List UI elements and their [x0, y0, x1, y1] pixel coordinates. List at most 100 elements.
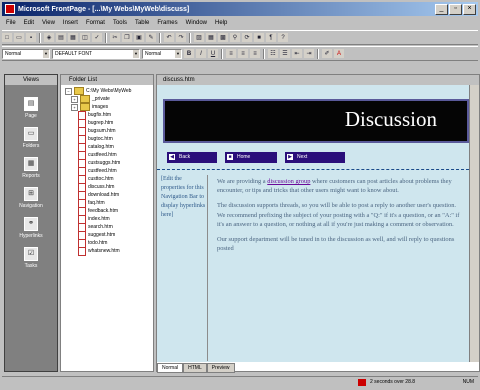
page-canvas[interactable]: Discussion ◀ Back ■ Home ▶ Next [Edit th…	[157, 85, 469, 362]
chevron-down-icon[interactable]: ▼	[175, 49, 181, 58]
chevron-down-icon[interactable]: ▼	[133, 49, 139, 58]
view-folders-label: Folders	[22, 143, 40, 149]
tree-file[interactable]: custfeed.htm	[61, 150, 153, 160]
tree-folder[interactable]: + images	[61, 103, 153, 111]
navigation-bar-placeholder[interactable]: [Edit the properties for this Navigation…	[161, 175, 208, 361]
view-folders[interactable]: ▭ Folders	[5, 127, 57, 149]
font-select[interactable]: DEFAULT FONT ▼	[52, 48, 140, 59]
tab-normal[interactable]: Normal	[157, 363, 184, 373]
menu-tools[interactable]: Tools	[109, 20, 131, 26]
menu-file[interactable]: File	[2, 20, 20, 26]
view-page[interactable]: ▤ Page	[5, 97, 57, 119]
bold-icon[interactable]: B	[184, 49, 194, 58]
tree-file[interactable]: bugtoc.htm	[61, 134, 153, 144]
insert-component-icon[interactable]: ▨	[194, 33, 204, 42]
preview-icon[interactable]: ◫	[80, 33, 90, 42]
insert-table-icon[interactable]: ▦	[206, 33, 216, 42]
copy-icon[interactable]: ❐	[122, 33, 132, 42]
menu-insert[interactable]: Insert	[59, 20, 82, 26]
tree-file[interactable]: whatsnew.htm	[61, 246, 153, 256]
folder-list-icon[interactable]: ▤	[56, 33, 66, 42]
tree-file[interactable]: todo.htm	[61, 238, 153, 248]
insert-picture-icon[interactable]: ▩	[218, 33, 228, 42]
tree-file[interactable]: bugsum.htm	[61, 126, 153, 136]
menu-frames[interactable]: Frames	[153, 20, 181, 26]
align-right-icon[interactable]: ≡	[250, 49, 260, 58]
align-center-icon[interactable]: ≡	[238, 49, 248, 58]
discussion-group-link[interactable]: discussion group	[267, 178, 310, 185]
decrease-indent-icon[interactable]: ⇤	[292, 49, 302, 58]
page-banner[interactable]: Discussion	[163, 99, 469, 143]
tree-file[interactable]: catalog.htm	[61, 142, 153, 152]
align-left-icon[interactable]: ≡	[226, 49, 236, 58]
tree-file[interactable]: bugrep.htm	[61, 118, 153, 128]
show-all-icon[interactable]: ¶	[266, 33, 276, 42]
save-icon[interactable]: ▪	[26, 33, 36, 42]
menu-view[interactable]: View	[38, 20, 59, 26]
tree-folder[interactable]: + _private	[61, 95, 153, 103]
page-body-text[interactable]: We are providing a discussion group wher…	[217, 177, 463, 259]
expand-icon[interactable]: +	[71, 103, 78, 111]
collapse-icon[interactable]: −	[65, 87, 72, 95]
italic-icon[interactable]: I	[196, 49, 206, 58]
nav-home-button[interactable]: ■ Home	[225, 152, 277, 163]
redo-icon[interactable]: ↷	[176, 33, 186, 42]
font-color-icon[interactable]: A	[334, 49, 344, 58]
menu-format[interactable]: Format	[82, 20, 109, 26]
tree-file[interactable]: faq.htm	[61, 198, 153, 208]
print-icon[interactable]: ▦	[68, 33, 78, 42]
cut-icon[interactable]: ✂	[110, 33, 120, 42]
undo-icon[interactable]: ↶	[164, 33, 174, 42]
tree-file[interactable]: discuss.htm	[61, 182, 153, 192]
nav-back-button[interactable]: ◀ Back	[167, 152, 217, 163]
tree-file[interactable]: bugfix.htm	[61, 110, 153, 120]
tree-file[interactable]: index.htm	[61, 214, 153, 224]
open-icon[interactable]: ▭	[14, 33, 24, 42]
tab-html[interactable]: HTML	[183, 363, 207, 373]
tree-root[interactable]: − C:\My Webs\MyWeb	[61, 87, 153, 95]
paste-icon[interactable]: ▣	[134, 33, 144, 42]
menu-edit[interactable]: Edit	[20, 20, 38, 26]
highlight-color-icon[interactable]: ✐	[322, 49, 332, 58]
view-hyperlinks[interactable]: ⚭ Hyperlinks	[5, 217, 57, 239]
view-reports[interactable]: ▦ Reports	[5, 157, 57, 179]
stop-icon[interactable]: ■	[254, 33, 264, 42]
paragraph-threads: The discussion supports threads, so you …	[217, 202, 460, 228]
tree-file[interactable]: download.htm	[61, 190, 153, 200]
bullets-icon[interactable]: ☰	[280, 49, 290, 58]
tree-file[interactable]: custsuggs.htm	[61, 158, 153, 168]
view-navigation[interactable]: ⊞ Navigation	[5, 187, 57, 209]
size-select[interactable]: Normal ▼	[142, 48, 182, 59]
expand-icon[interactable]: +	[71, 95, 78, 103]
tree-file[interactable]: search.htm	[61, 222, 153, 232]
tree-file[interactable]: custfeed.htm	[61, 166, 153, 176]
tree-file[interactable]: feedback.htm	[61, 206, 153, 216]
vertical-scrollbar[interactable]	[469, 85, 479, 362]
help-icon[interactable]: ?	[278, 33, 288, 42]
nav-next-button[interactable]: ▶ Next	[285, 152, 345, 163]
frontpage-logo-icon[interactable]	[5, 4, 15, 14]
format-painter-icon[interactable]: ✎	[146, 33, 156, 42]
underline-icon[interactable]: U	[208, 49, 218, 58]
view-tasks[interactable]: ☑ Tasks	[5, 247, 57, 269]
style-select[interactable]: Normal ▼	[2, 48, 50, 59]
spelling-icon[interactable]: ✓	[92, 33, 102, 42]
numbering-icon[interactable]: ☷	[268, 49, 278, 58]
menu-help[interactable]: Help	[211, 20, 231, 26]
restore-button[interactable]: ▫	[449, 4, 462, 15]
menu-window[interactable]: Window	[182, 20, 211, 26]
refresh-icon[interactable]: ⟳	[242, 33, 252, 42]
chevron-down-icon[interactable]: ▼	[43, 49, 49, 58]
tab-preview[interactable]: Preview	[206, 363, 235, 373]
publish-icon[interactable]: ◈	[44, 33, 54, 42]
menu-table[interactable]: Table	[131, 20, 153, 26]
standard-toolbar: □ ▭ ▪ ◈ ▤ ▦ ◫ ✓ ✂ ❐ ▣ ✎ ↶ ↷ ▨ ▦ ▩ ⚲ ⟳ ■ …	[2, 30, 478, 45]
hyperlink-icon[interactable]: ⚲	[230, 33, 240, 42]
tree-file[interactable]: suggest.htm	[61, 230, 153, 240]
close-button[interactable]: ×	[463, 4, 476, 15]
toolbar-separator	[39, 32, 41, 43]
increase-indent-icon[interactable]: ⇥	[304, 49, 314, 58]
new-page-icon[interactable]: □	[2, 33, 12, 42]
minimize-button[interactable]: _	[435, 4, 448, 15]
tree-file[interactable]: custtoc.htm	[61, 174, 153, 184]
